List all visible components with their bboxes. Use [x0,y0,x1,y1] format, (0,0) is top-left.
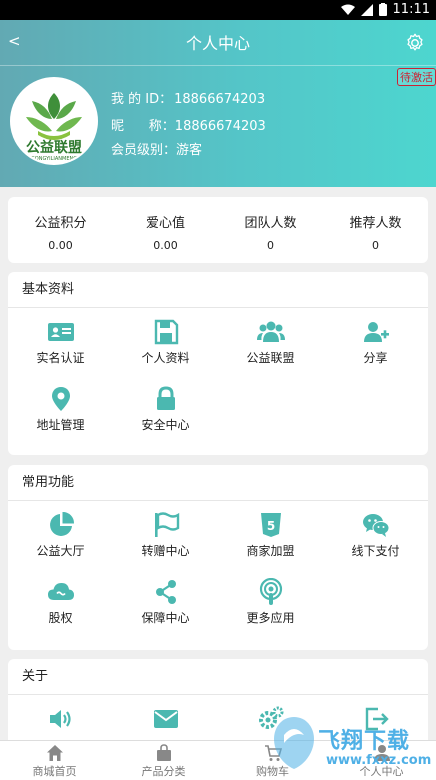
tab-label: 购物车 [256,765,289,778]
clock: 11:11 [392,2,430,17]
stats-card: 公益积分 0.00 爱心值 0.00 团队人数 0 推荐人数 0 [8,197,428,263]
cart-icon [264,745,282,761]
svg-text:5: 5 [266,519,274,533]
grid-item-label: 保障中心 [141,611,190,625]
grid-item-more-apps[interactable]: 更多应用 [218,568,323,635]
users-icon [256,321,285,342]
grid-item-label: 股权 [48,611,73,625]
flag-icon [154,512,179,537]
svg-text:GONGYILIANMENG: GONGYILIANMENG [31,156,77,162]
stat-label: 爱心值 [145,216,185,231]
pie-chart-icon [49,511,74,536]
user-plus-icon [363,322,389,342]
pending-activation-badge[interactable]: 待激活 [397,68,436,86]
stat-value: 0.00 [48,239,73,252]
member-level-row: 会员级别：游客 [111,139,202,158]
stat-label: 公益积分 [34,216,87,231]
id-card-icon [47,323,74,341]
grid-item-real-name[interactable]: 实名认证 [8,308,113,375]
grid-item-security[interactable]: 安全中心 [113,375,218,442]
svg-text:公益联盟: 公益联盟 [26,139,82,156]
tab-home[interactable]: 商城首页 [0,741,109,780]
basic-info-section: 基本资料 实名认证 个人资料 公益联盟 分享 地址管理 安全中心 [8,272,428,455]
section-title: 常用功能 [8,465,428,501]
settings-gear-icon[interactable] [404,32,426,54]
share-icon [155,580,176,604]
grid-item-charity-hall[interactable]: 公益大厅 [8,501,113,568]
tab-cart[interactable]: 购物车 [218,741,327,780]
stat-label: 团队人数 [244,216,297,231]
battery-icon [378,3,387,16]
grid-item-label: 商家加盟 [246,544,295,558]
speaker-icon [49,710,71,728]
member-id-label: 我 的 ID： [111,92,173,107]
section-title: 关于 [8,659,428,695]
grid-item-label: 转赠中心 [141,544,190,558]
stat-value: 0 [372,239,379,252]
profile-header: < 个人中心 待激活 公益联盟 GONGYILIANMENG 我 的 ID： 18… [0,20,436,187]
home-icon [46,745,63,761]
common-functions-section: 常用功能 公益大厅 转赠中心 5 商家加盟 线下支付 股权 保障中心 更多应用 [8,465,428,650]
wifi-icon [340,4,355,15]
stat-value: 0.00 [153,239,178,252]
grid-item-alliance[interactable]: 公益联盟 [218,308,323,375]
bottom-tab-bar: 商城首页 产品分类 购物车 个人中心 [0,740,436,780]
grid-item-equity[interactable]: 股权 [8,568,113,635]
cell-signal-icon [360,3,373,16]
nickname-label: 昵 称： [111,119,175,134]
gears-icon [258,706,283,729]
stat-charity-points[interactable]: 公益积分 0.00 [8,197,113,263]
header-divider [0,65,436,66]
lock-icon [156,386,175,410]
html5-icon: 5 [260,513,281,537]
nickname-row: 昵 称：18866674203 [111,115,266,134]
section-title: 基本资料 [8,272,428,308]
grid-item-profile[interactable]: 个人资料 [113,308,218,375]
member-id-value: 18866674203 [174,92,266,107]
grid-item-label: 线下支付 [351,544,400,558]
cloud-icon [47,583,74,600]
grid-item-label: 地址管理 [36,418,85,432]
tab-label: 个人中心 [359,765,404,778]
grid-item-merchant[interactable]: 5 商家加盟 [218,501,323,568]
podcast-icon [259,578,282,605]
tab-label: 商城首页 [32,765,77,778]
page-title: 个人中心 [185,34,250,53]
grid-item-address[interactable]: 地址管理 [8,375,113,442]
location-pin-icon [51,387,70,411]
stat-team-size[interactable]: 团队人数 0 [218,197,323,263]
grid-item-guarantee[interactable]: 保障中心 [113,568,218,635]
stat-value: 0 [267,239,274,252]
avatar[interactable]: 公益联盟 GONGYILIANMENG [10,77,98,165]
mail-icon [153,710,178,728]
shopping-bag-icon [156,744,171,761]
stat-love-value[interactable]: 爱心值 0.00 [113,197,218,263]
stat-label: 推荐人数 [349,216,402,231]
grid-item-label: 公益大厅 [36,544,85,558]
grid-item-label: 公益联盟 [246,351,295,365]
wechat-icon [362,514,389,537]
grid-item-offline-pay[interactable]: 线下支付 [323,501,428,568]
grid-item-label: 实名认证 [36,351,85,365]
member-id-row: 我 的 ID： 18866674203 [111,88,265,107]
nickname-value: 18866674203 [174,119,266,134]
grid-item-share[interactable]: 分享 [323,308,428,375]
member-level-label: 会员级别： [111,143,177,158]
grid-item-label: 安全中心 [141,418,190,432]
grid-item-label: 个人资料 [141,351,190,365]
charity-alliance-logo: 公益联盟 GONGYILIANMENG [12,79,96,163]
member-level-value: 游客 [176,143,203,158]
tab-profile[interactable]: 个人中心 [327,741,436,780]
save-icon [154,319,178,345]
tab-categories[interactable]: 产品分类 [109,741,218,780]
stat-referrals[interactable]: 推荐人数 0 [323,197,428,263]
tab-label: 产品分类 [141,765,186,778]
exit-icon [365,707,389,731]
status-bar: 11:11 [0,0,436,20]
grid-item-label: 分享 [363,351,388,365]
grid-item-label: 更多应用 [246,611,295,625]
user-icon [373,745,390,761]
grid-item-transfer[interactable]: 转赠中心 [113,501,218,568]
